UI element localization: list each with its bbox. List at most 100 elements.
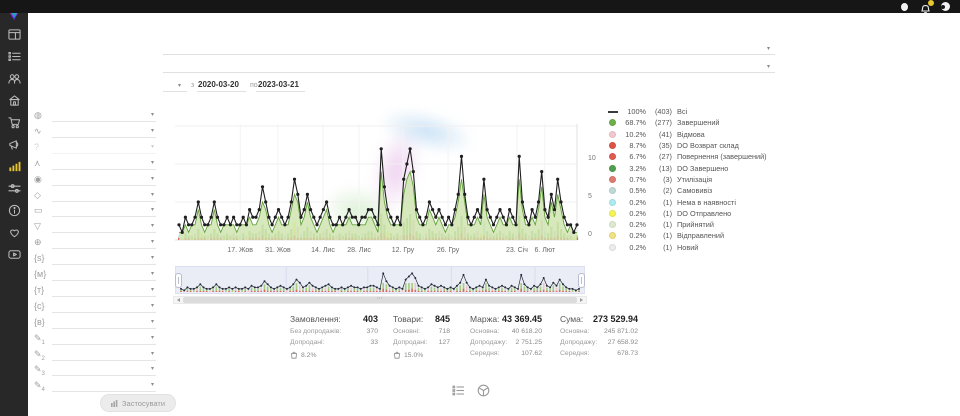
legend-count: (2) <box>646 186 672 195</box>
scroll-left-arrow[interactable] <box>175 297 183 303</box>
sidebar-item-store[interactable] <box>0 92 28 114</box>
chevron-down-icon[interactable]: ▾ <box>178 82 181 89</box>
status-filter-underline <box>55 54 775 55</box>
dashboard-icon <box>8 28 21 46</box>
sidebar-item-info[interactable] <box>0 202 28 224</box>
sidebar-item-partners[interactable] <box>0 224 28 246</box>
chevron-down-icon: ▾ <box>151 318 154 325</box>
filter-row-custom-2: ✎2▾ <box>32 348 158 363</box>
legend-item-11[interactable]: 0.2%(1)Відправлений <box>606 230 767 241</box>
minimap-left-handle[interactable] <box>175 273 182 288</box>
filter-select-custom-1[interactable]: ▾ <box>52 332 156 345</box>
legend-item-9[interactable]: 0.2%(1)DO Отправлено <box>606 208 767 219</box>
legend-item-3[interactable]: 8.7%(35)DO Возврат склад <box>606 140 767 151</box>
payment-icon: ▭ <box>34 205 43 216</box>
avatar-icon[interactable] <box>941 2 950 11</box>
sidebar-item-customers[interactable] <box>0 70 28 92</box>
filter-select-var-v[interactable]: ▾ <box>52 316 156 329</box>
y-tick-0: 0 <box>588 231 602 238</box>
chart-minimap[interactable] <box>175 266 585 294</box>
legend-item-6[interactable]: 0.7%(3)Утилізація <box>606 174 767 185</box>
sidebar-item-orders[interactable] <box>0 48 28 70</box>
legend-swatch <box>606 142 619 149</box>
products-view-icon[interactable] <box>477 384 490 397</box>
legend-count: (3) <box>646 175 672 184</box>
legend-item-4[interactable]: 6.7%(27)Повернення (завершений) <box>606 151 767 162</box>
chevron-down-icon: ▾ <box>151 238 154 245</box>
sidebar-item-analytics[interactable] <box>0 158 28 180</box>
filter-select-payment[interactable]: ▾ <box>52 204 156 217</box>
scrollbar-thumb[interactable]: ⋯ <box>183 297 577 303</box>
y-tick-5: 5 <box>588 193 602 200</box>
minimap-right-handle[interactable] <box>578 273 585 288</box>
legend-swatch <box>606 232 619 239</box>
filter-select-planet[interactable]: ▾ <box>52 109 156 122</box>
filter-select-funnel[interactable]: ▾ <box>52 220 156 233</box>
filter-select-trend[interactable]: ▾ <box>52 125 156 138</box>
stat-sub-row: Основні:718 <box>393 328 450 339</box>
legend-label: DO Завершено <box>677 164 728 173</box>
video-icon <box>8 248 21 266</box>
main-chart[interactable] <box>175 100 585 250</box>
fingerprint-icon: ◉ <box>34 174 42 185</box>
integrations-icon <box>8 182 21 200</box>
filter-row-var-c: {с}▾ <box>32 300 158 315</box>
filter-select-package[interactable]: ▾ <box>52 189 156 202</box>
chevron-down-icon[interactable]: ▾ <box>767 63 770 70</box>
filter-select-custom-2[interactable]: ▾ <box>52 348 156 361</box>
legend-swatch <box>606 244 619 251</box>
sidebar-item-video[interactable] <box>0 246 28 268</box>
customers-icon <box>8 72 21 90</box>
y-tick-10: 10 <box>588 155 602 162</box>
chevron-down-icon: ▾ <box>151 143 154 150</box>
chevron-down-icon: ▾ <box>151 365 154 372</box>
stat-title: Сума:273 529.94 <box>560 314 638 328</box>
filter-select-hierarchy[interactable]: ▾ <box>52 157 156 170</box>
dot-swatch-icon <box>609 119 616 126</box>
filter-select-var-c[interactable]: ▾ <box>52 300 156 313</box>
legend-item-10[interactable]: 0.2%(1)Прийнятий <box>606 219 767 230</box>
legend-item-2[interactable]: 10.2%(41)Відмова <box>606 129 767 140</box>
bag-icon <box>290 351 298 361</box>
sidebar-item-cart[interactable] <box>0 114 28 136</box>
filter-select-var-t[interactable]: ▾ <box>52 284 156 297</box>
legend-item-0[interactable]: 100%(403)Всі <box>606 106 767 117</box>
legend-item-8[interactable]: 0.2%(1)Нема в наявності <box>606 196 767 207</box>
legend-swatch <box>606 111 619 113</box>
sidebar-item-marketing[interactable] <box>0 136 28 158</box>
custom-1-icon: ✎1 <box>34 333 45 349</box>
apply-button[interactable]: Застосувати <box>100 394 176 412</box>
filter-select-custom-4[interactable]: ▾ <box>52 379 156 392</box>
stat-sub-value: 107.62 <box>521 350 542 361</box>
chevron-down-icon: ▾ <box>151 159 154 166</box>
dot-swatch-icon <box>609 232 616 239</box>
filter-select-var-m[interactable]: ▾ <box>52 268 156 281</box>
date-from-field[interactable]: 2020-03-20 <box>198 80 239 89</box>
stat-sub-label: Основні: <box>393 328 420 339</box>
legend-item-7[interactable]: 0.5%(2)Самовивіз <box>606 185 767 196</box>
legend-item-12[interactable]: 0.2%(1)Новий <box>606 242 767 253</box>
filter-row-planet: ◍▾ <box>32 109 158 124</box>
date-to-field[interactable]: 2023-03-21 <box>258 80 299 89</box>
filter-row-var-s: {s}▾ <box>32 252 158 267</box>
filter-select-var-s[interactable]: ▾ <box>52 252 156 265</box>
sidebar-item-dashboard[interactable] <box>0 26 28 48</box>
legend-item-1[interactable]: 68.7%(277)Завершений <box>606 117 767 128</box>
legend-swatch <box>606 176 619 183</box>
profile-icon[interactable] <box>901 3 908 11</box>
legend-item-5[interactable]: 3.2%(13)DO Завершено <box>606 162 767 173</box>
filter-select-help-disabled[interactable]: ▾ <box>52 141 156 154</box>
var-m-icon: {м} <box>34 269 46 280</box>
chevron-down-icon: ▾ <box>151 286 154 293</box>
stat-title-label: Товари: <box>393 314 423 324</box>
filter-select-custom-3[interactable]: ▾ <box>52 363 156 376</box>
list-view-icon[interactable] <box>452 384 465 397</box>
filter-select-fingerprint[interactable]: ▾ <box>52 173 156 186</box>
chevron-down-icon[interactable]: ▾ <box>767 45 770 52</box>
scroll-right-arrow[interactable] <box>577 297 585 303</box>
stat-col-goods: Товари:845Основні:718Допродані:12715.0% <box>393 314 450 361</box>
filter-select-globe[interactable]: ▾ <box>52 236 156 249</box>
legend-swatch <box>606 165 619 172</box>
chart-scrollbar[interactable]: ⋯ <box>173 296 587 304</box>
sidebar-item-integrations[interactable] <box>0 180 28 202</box>
